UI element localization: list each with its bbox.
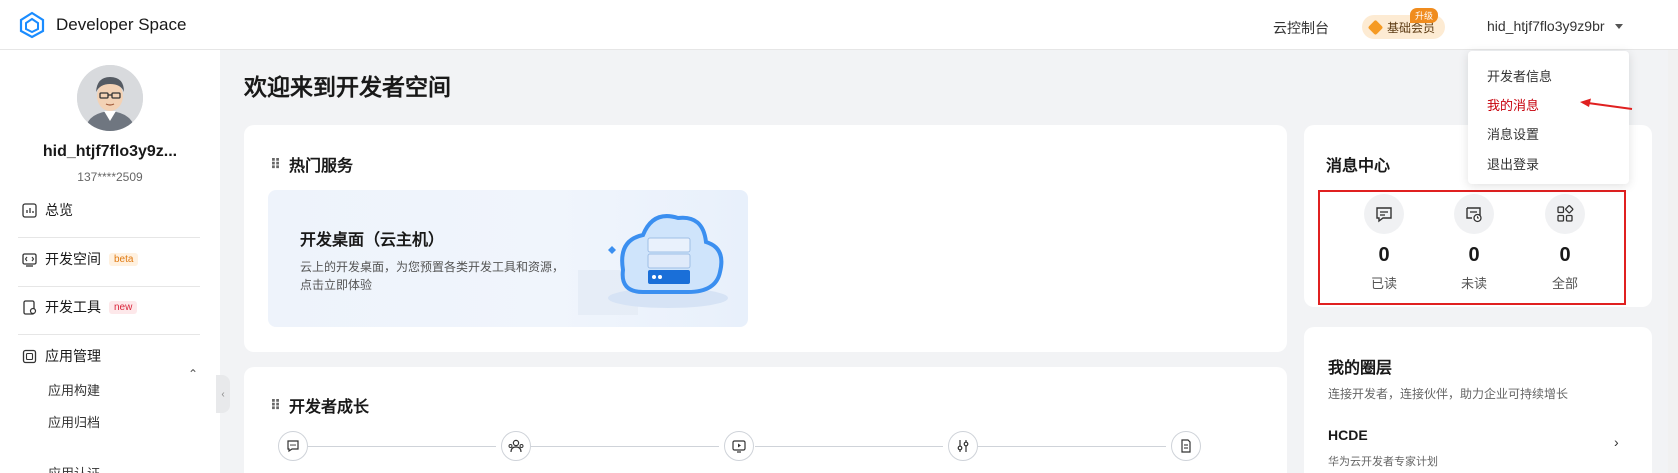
- message-stats-highlight: 0 已读 0 未读 0 全部: [1318, 190, 1626, 305]
- service-title: 开发桌面（云主机）: [300, 232, 445, 249]
- profile-name: hid_htjf7flo3y9z...: [42, 143, 178, 160]
- cloud-desktop-card[interactable]: 开发桌面（云主机） 云上的开发桌面，为您预置各类开发工具和资源，点击立即体验: [268, 190, 748, 327]
- profile-phone: 137****2509: [77, 170, 143, 184]
- hcde-title[interactable]: HCDE: [1328, 427, 1368, 443]
- drag-handle-icon[interactable]: ⠿: [270, 397, 281, 414]
- hcde-subtitle: 华为云开发者专家计划: [1328, 456, 1438, 468]
- logo-icon: [19, 11, 45, 39]
- menu-item-logout[interactable]: 退出登录: [1487, 154, 1539, 173]
- read-count: 0: [1378, 244, 1390, 266]
- all-count: 0: [1559, 244, 1571, 266]
- red-arrow-annotation: [1580, 98, 1633, 110]
- growth-step[interactable]: [724, 431, 754, 461]
- unread-message-icon: [1454, 194, 1494, 234]
- sidebar-subitem-app-archive[interactable]: 应用归档: [48, 412, 100, 431]
- username: hid_htjf7flo3y9z9br: [1487, 18, 1605, 34]
- developer-growth-title: ⠿ 开发者成长: [270, 393, 369, 417]
- cloud-server-illustration: [578, 214, 728, 315]
- menu-item-my-messages[interactable]: 我的消息: [1487, 95, 1539, 114]
- console-link[interactable]: 云控制台: [1273, 18, 1329, 38]
- app-icon: [22, 349, 37, 363]
- step-connector: [978, 446, 1166, 447]
- brand-logo[interactable]: Developer Space: [18, 11, 186, 39]
- divider: [18, 286, 200, 287]
- chevron-right-icon[interactable]: ›: [1614, 434, 1619, 450]
- grid-icon: [1545, 194, 1585, 234]
- growth-step[interactable]: [501, 431, 531, 461]
- menu-item-message-settings[interactable]: 消息设置: [1487, 124, 1539, 143]
- chevron-up-icon[interactable]: ⌃: [188, 367, 198, 381]
- hot-services-card: ⠿ 热门服务 开发桌面（云主机） 云上的开发桌面，为您预置各类开发工具和资源，点…: [244, 125, 1287, 352]
- sidebar-item-dev-tools[interactable]: 开发工具 new: [22, 297, 138, 317]
- message-center-title: 消息中心: [1326, 158, 1391, 175]
- user-menu-trigger[interactable]: hid_htjf7flo3y9z9br: [1487, 18, 1623, 34]
- sidebar: hid_htjf7flo3y9z... 137****2509 总览 开发空间 …: [0, 50, 220, 473]
- unread-label: 未读: [1460, 276, 1487, 291]
- settings-sliders-icon: [957, 440, 969, 452]
- caret-down-icon: [1614, 23, 1623, 29]
- read-label: 已读: [1370, 276, 1397, 291]
- sidebar-subitem-app-build[interactable]: 应用构建: [48, 380, 100, 399]
- sidebar-item-app-management[interactable]: 应用管理: [22, 346, 101, 366]
- growth-step[interactable]: [278, 431, 308, 461]
- device-icon: [23, 299, 37, 315]
- play-icon: [732, 440, 746, 453]
- brand-name: Developer Space: [56, 15, 187, 34]
- upgrade-tag[interactable]: 升级: [1410, 8, 1439, 23]
- message-stat-unread[interactable]: 0 未读: [1434, 194, 1514, 292]
- divider: [18, 334, 200, 335]
- people-icon: [508, 439, 524, 453]
- chat-icon: [287, 440, 299, 453]
- new-tag: new: [109, 300, 138, 314]
- chart-icon: [22, 202, 37, 218]
- beta-tag: beta: [109, 252, 139, 266]
- sidebar-item-overview[interactable]: 总览: [22, 200, 73, 220]
- drag-handle-icon[interactable]: ⠿: [270, 156, 281, 173]
- sidebar-item-label: 开发空间: [45, 251, 101, 267]
- all-label: 全部: [1551, 276, 1578, 291]
- message-stat-all[interactable]: 0 全部: [1525, 194, 1605, 292]
- section-title: 热门服务: [288, 158, 353, 175]
- sidebar-collapse-handle[interactable]: ‹: [216, 375, 230, 413]
- step-connector: [531, 446, 719, 447]
- message-stat-read[interactable]: 0 已读: [1344, 194, 1424, 292]
- section-title: 开发者成长: [288, 399, 369, 416]
- sidebar-subitem-app-cert[interactable]: 应用认证: [48, 463, 100, 473]
- menu-item-developer-info[interactable]: 开发者信息: [1487, 66, 1552, 85]
- unread-count: 0: [1468, 244, 1480, 266]
- user-dropdown-menu: 开发者信息 我的消息 消息设置 退出登录: [1468, 51, 1629, 184]
- code-window-icon: [22, 252, 37, 267]
- page-title: 欢迎来到开发者空间: [244, 74, 451, 100]
- circle-subtitle: 连接开发者，连接伙伴，助力企业可持续增长: [1328, 387, 1569, 401]
- hot-services-title: ⠿ 热门服务: [270, 152, 353, 176]
- divider: [18, 237, 200, 238]
- page-scrollbar[interactable]: [1668, 50, 1678, 473]
- service-description: 云上的开发桌面，为您预置各类开发工具和资源，点击立即体验: [300, 260, 565, 292]
- avatar[interactable]: [77, 65, 143, 131]
- growth-step[interactable]: [1171, 431, 1201, 461]
- sidebar-item-label: 应用管理: [45, 348, 101, 364]
- top-bar: Developer Space 云控制台 基础会员 升级 hid_htjf7fl…: [0, 0, 1678, 50]
- diamond-icon: [1367, 19, 1384, 35]
- developer-growth-card: ⠿ 开发者成长: [244, 367, 1287, 473]
- step-connector: [308, 446, 496, 447]
- circle-title: 我的圈层: [1328, 360, 1393, 377]
- growth-steps: [278, 431, 1258, 461]
- step-connector: [755, 446, 943, 447]
- growth-step[interactable]: [948, 431, 978, 461]
- document-icon: [1181, 439, 1191, 453]
- sidebar-item-label: 开发工具: [45, 299, 101, 315]
- sidebar-item-dev-space[interactable]: 开发空间 beta: [22, 249, 139, 269]
- message-icon: [1364, 194, 1404, 234]
- sidebar-item-label: 总览: [45, 202, 73, 218]
- chevron-left-icon: ‹: [221, 388, 225, 400]
